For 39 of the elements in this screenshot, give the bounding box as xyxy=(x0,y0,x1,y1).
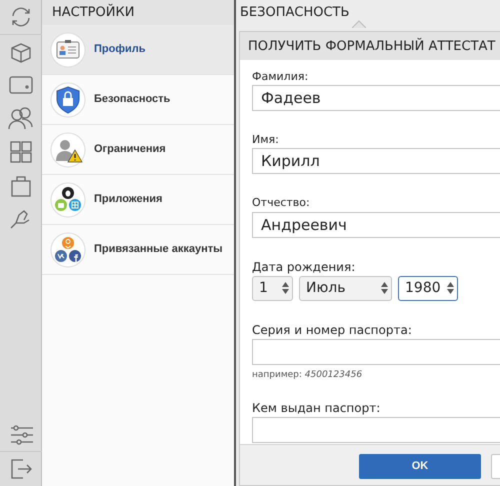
input-field[interactable] xyxy=(252,417,500,444)
input-field[interactable]: Андреевич xyxy=(252,212,500,238)
settings-item[interactable]: Безопасность xyxy=(42,75,234,125)
sliders-icon[interactable] xyxy=(8,424,32,446)
bag-icon[interactable] xyxy=(8,174,32,198)
devices-grid-icon[interactable] xyxy=(8,140,32,164)
field-label: Дата рождения: xyxy=(252,260,356,274)
section-title: БЕЗОПАСНОСТЬ xyxy=(240,5,350,20)
input-field[interactable] xyxy=(252,339,500,366)
hint-text: например: 4500123456 xyxy=(252,369,364,382)
input-field[interactable]: Фадеев xyxy=(252,85,500,112)
field-label: Фамилия: xyxy=(252,70,310,84)
settings-item[interactable]: Ограничения xyxy=(42,125,234,175)
input-field[interactable]: Кирилл xyxy=(252,148,500,174)
panel-title: НАСТРОЙКИ xyxy=(42,0,234,25)
select-dropdown[interactable]: 1980 xyxy=(398,276,458,301)
select-dropdown[interactable]: 1 xyxy=(252,276,293,301)
select-dropdown[interactable]: Июль xyxy=(299,276,392,301)
spinner-arrows-icon xyxy=(447,282,454,294)
settings-item[interactable]: Привязанные аккаунты xyxy=(42,225,234,275)
people-icon[interactable] xyxy=(8,106,34,130)
field-label: Кем выдан паспорт: xyxy=(252,400,382,416)
shield-lock-icon xyxy=(50,82,86,118)
app-platforms-icon xyxy=(50,182,86,218)
settings-item[interactable]: Профиль xyxy=(42,25,234,75)
field-label: Имя: xyxy=(252,133,280,146)
settings-item[interactable]: Приложения xyxy=(42,175,234,225)
social-accounts-icon xyxy=(50,232,86,268)
id-card-icon xyxy=(50,32,86,68)
field-label: Отчество: xyxy=(252,196,311,210)
wallet-icon[interactable] xyxy=(8,74,34,96)
spinner-arrows-icon xyxy=(381,282,388,294)
pointer-notch xyxy=(352,20,366,28)
spinner-arrows-icon xyxy=(282,282,289,294)
ok-button[interactable]: OK xyxy=(359,454,481,479)
field-label: Серия и номер паспорта: xyxy=(252,322,413,338)
logout-icon[interactable] xyxy=(8,457,32,481)
user-warning-icon xyxy=(50,132,86,168)
dialog-title: ПОЛУЧИТЬ ФОРМАЛЬНЫЙ АТТЕСТАТ xyxy=(248,39,496,54)
